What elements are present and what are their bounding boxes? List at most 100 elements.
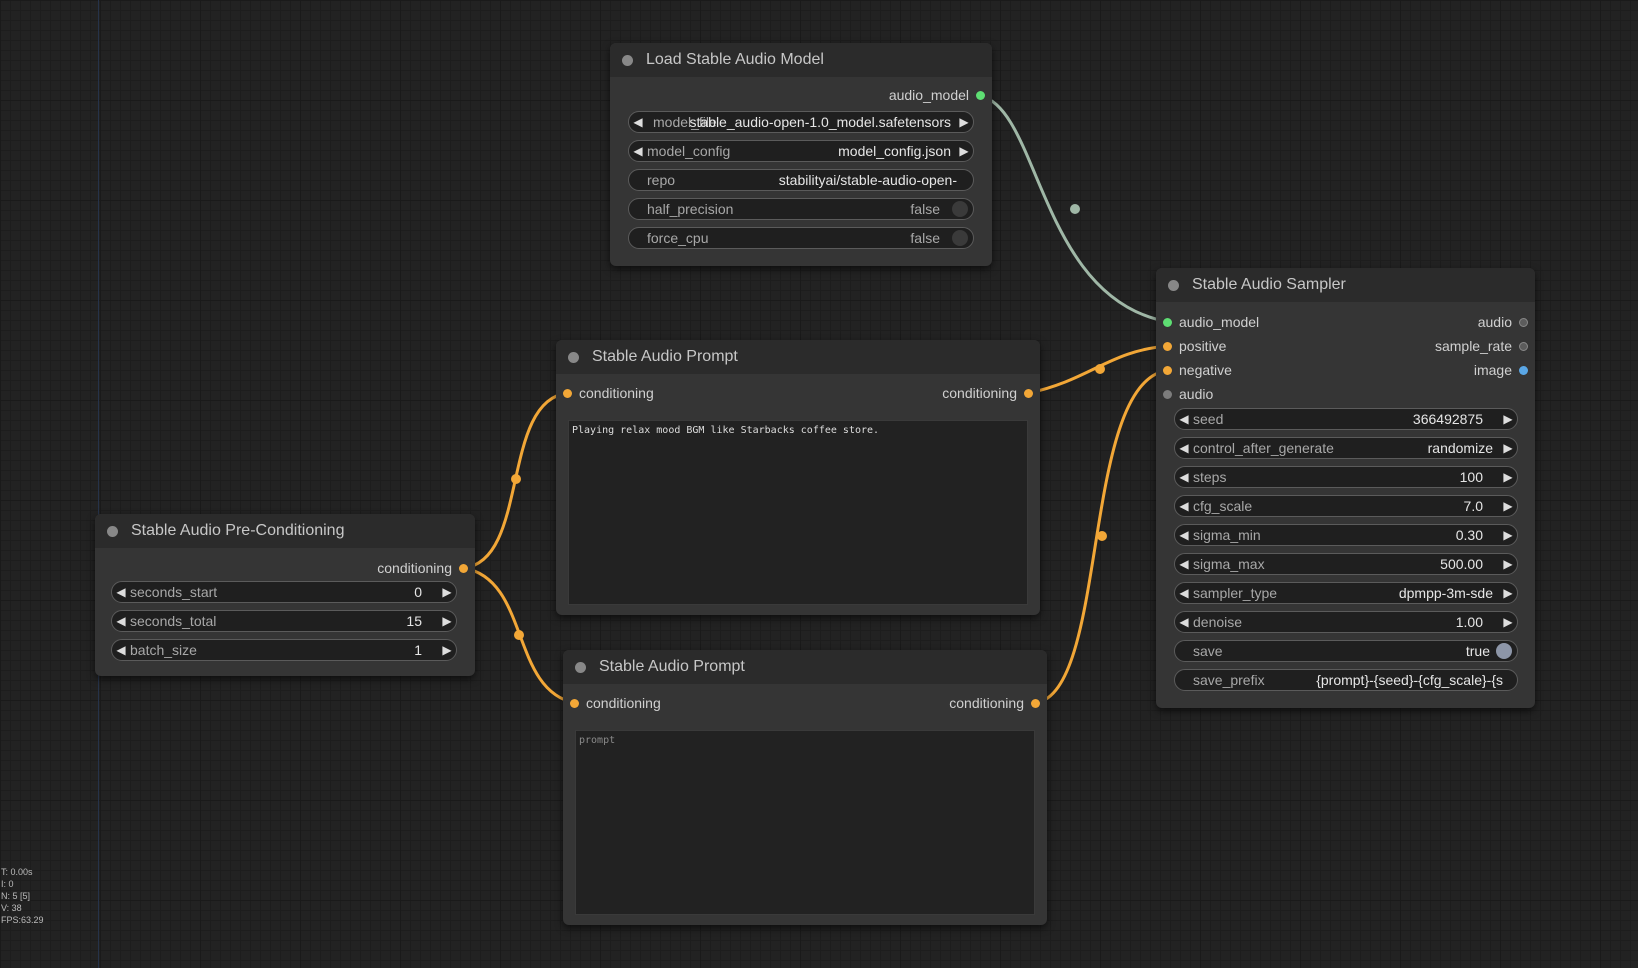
widget-seconds-start[interactable]: ◀ seconds_start 0 ▶ (111, 581, 457, 603)
output-slot-dot-icon[interactable] (1519, 317, 1528, 327)
decrement-arrow-icon[interactable]: ◀ (1175, 470, 1193, 484)
node-title-bar[interactable]: Stable Audio Sampler (1156, 268, 1535, 302)
widget-seconds-total[interactable]: ◀ seconds_total 15 ▶ (111, 610, 457, 632)
input-audio[interactable]: audio (1156, 383, 1213, 405)
input-positive[interactable]: positive (1156, 335, 1226, 357)
widget-repo[interactable]: repo stabilityai/stable-audio-open- (628, 169, 974, 191)
decrement-arrow-icon[interactable]: ◀ (112, 643, 130, 657)
increment-arrow-icon[interactable]: ▶ (1499, 441, 1517, 455)
collapse-dot-icon[interactable] (568, 351, 579, 363)
widget-denoise[interactable]: ◀ denoise 1.00 ▶ (1174, 611, 1518, 633)
decrement-arrow-icon[interactable]: ◀ (1175, 557, 1193, 571)
output-audio-model[interactable]: audio_model (889, 84, 992, 106)
node-title-bar[interactable]: Stable Audio Prompt (556, 340, 1040, 374)
widget-steps[interactable]: ◀ steps 100 ▶ (1174, 466, 1518, 488)
widget-sigma-max[interactable]: ◀ sigma_max 500.00 ▶ (1174, 553, 1518, 575)
output-slot-dot-icon[interactable] (1519, 341, 1528, 351)
toggle-on-icon[interactable] (1496, 643, 1512, 659)
widget-cfg-scale[interactable]: ◀ cfg_scale 7.0 ▶ (1174, 495, 1518, 517)
increment-arrow-icon[interactable]: ▶ (438, 585, 456, 599)
node-stable-audio-prompt-2[interactable]: Stable Audio Prompt conditioning conditi… (563, 650, 1047, 925)
input-slot-dot-icon[interactable] (1163, 389, 1172, 399)
increment-arrow-icon[interactable]: ▶ (438, 643, 456, 657)
output-slot-dot-icon[interactable] (1024, 388, 1033, 398)
increment-arrow-icon[interactable]: ▶ (1499, 615, 1517, 629)
input-slot-dot-icon[interactable] (563, 388, 572, 398)
decrement-arrow-icon[interactable]: ◀ (112, 585, 130, 599)
widget-save-prefix[interactable]: save_prefix {prompt}-{seed}-{cfg_scale}-… (1174, 669, 1518, 691)
input-slot-dot-icon[interactable] (1163, 365, 1172, 375)
decrement-arrow-icon[interactable]: ◀ (1175, 615, 1193, 629)
collapse-dot-icon[interactable] (622, 54, 633, 66)
input-slot-dot-icon[interactable] (1163, 317, 1172, 327)
widget-label: sigma_max (1193, 556, 1265, 572)
node-stable-audio-sampler[interactable]: Stable Audio Sampler audio_model positiv… (1156, 268, 1535, 708)
decrement-arrow-icon[interactable]: ◀ (1175, 441, 1193, 455)
output-slot-dot-icon[interactable] (976, 90, 985, 100)
input-conditioning[interactable]: conditioning (556, 382, 654, 404)
node-title-bar[interactable]: Stable Audio Pre-Conditioning (95, 514, 475, 548)
output-conditioning[interactable]: conditioning (377, 557, 475, 579)
decrement-arrow-icon[interactable]: ◀ (1175, 412, 1193, 426)
input-audio-model[interactable]: audio_model (1156, 311, 1259, 333)
node-title: Stable Audio Sampler (1192, 276, 1346, 293)
decrement-arrow-icon[interactable]: ◀ (629, 144, 647, 158)
widget-seed[interactable]: ◀ seed 366492875 ▶ (1174, 408, 1518, 430)
widget-value: randomize (1427, 440, 1493, 456)
increment-arrow-icon[interactable]: ▶ (1499, 528, 1517, 542)
decrement-arrow-icon[interactable]: ◀ (629, 115, 647, 129)
output-label: audio_model (888, 87, 969, 103)
node-title-bar[interactable]: Load Stable Audio Model (610, 43, 992, 77)
output-sample-rate[interactable]: sample_rate (1435, 335, 1535, 357)
input-conditioning[interactable]: conditioning (563, 692, 661, 714)
increment-arrow-icon[interactable]: ▶ (1499, 499, 1517, 513)
decrement-arrow-icon[interactable]: ◀ (1175, 528, 1193, 542)
decrement-arrow-icon[interactable]: ◀ (1175, 499, 1193, 513)
widget-batch-size[interactable]: ◀ batch_size 1 ▶ (111, 639, 457, 661)
increment-arrow-icon[interactable]: ▶ (1499, 557, 1517, 571)
widget-force-cpu[interactable]: force_cpu false (628, 227, 974, 249)
decrement-arrow-icon[interactable]: ◀ (1175, 586, 1193, 600)
widget-control-after-generate[interactable]: ◀ control_after_generate randomize ▶ (1174, 437, 1518, 459)
widget-sampler-type[interactable]: ◀ sampler_type dpmpp-3m-sde ▶ (1174, 582, 1518, 604)
widget-value: 1 (414, 642, 422, 658)
increment-arrow-icon[interactable]: ▶ (1499, 586, 1517, 600)
widget-sigma-min[interactable]: ◀ sigma_min 0.30 ▶ (1174, 524, 1518, 546)
widget-save[interactable]: save true (1174, 640, 1518, 662)
collapse-dot-icon[interactable] (575, 661, 586, 673)
increment-arrow-icon[interactable]: ▶ (1499, 412, 1517, 426)
prompt-textarea[interactable]: prompt (575, 730, 1035, 915)
widget-value: model_config.json (838, 143, 951, 159)
widget-half-precision[interactable]: half_precision false (628, 198, 974, 220)
toggle-off-icon[interactable] (952, 230, 968, 246)
output-image[interactable]: image (1474, 359, 1535, 381)
input-slot-dot-icon[interactable] (1163, 341, 1172, 351)
link-audio-model-midpoint (1070, 204, 1080, 214)
output-conditioning[interactable]: conditioning (942, 382, 1040, 404)
collapse-dot-icon[interactable] (107, 525, 118, 537)
toggle-off-icon[interactable] (952, 201, 968, 217)
link-prompt1-to-positive-midpoint (1095, 364, 1105, 374)
collapse-dot-icon[interactable] (1168, 279, 1179, 291)
node-stable-audio-prompt-1[interactable]: Stable Audio Prompt conditioning conditi… (556, 340, 1040, 615)
output-conditioning[interactable]: conditioning (949, 692, 1047, 714)
output-slot-dot-icon[interactable] (1031, 698, 1040, 708)
widget-label: save_prefix (1193, 672, 1265, 688)
increment-arrow-icon[interactable]: ▶ (1499, 470, 1517, 484)
output-slot-dot-icon[interactable] (459, 563, 468, 573)
node-stable-audio-pre-conditioning[interactable]: Stable Audio Pre-Conditioning conditioni… (95, 514, 475, 676)
increment-arrow-icon[interactable]: ▶ (955, 144, 973, 158)
node-title-bar[interactable]: Stable Audio Prompt (563, 650, 1047, 684)
prompt-textarea[interactable]: Playing relax mood BGM like Starbacks co… (568, 420, 1028, 605)
input-slot-dot-icon[interactable] (570, 698, 579, 708)
output-audio[interactable]: audio (1478, 311, 1535, 333)
link-audio-model (980, 94, 1170, 324)
increment-arrow-icon[interactable]: ▶ (955, 115, 973, 129)
decrement-arrow-icon[interactable]: ◀ (112, 614, 130, 628)
increment-arrow-icon[interactable]: ▶ (438, 614, 456, 628)
widget-model-file[interactable]: ◀ model_file stable_audio-open-1.0_model… (628, 111, 974, 133)
widget-model-config[interactable]: ◀ model_config model_config.json ▶ (628, 140, 974, 162)
node-load-stable-audio-model[interactable]: Load Stable Audio Model audio_model ◀ mo… (610, 43, 992, 266)
input-negative[interactable]: negative (1156, 359, 1232, 381)
output-slot-dot-icon[interactable] (1519, 365, 1528, 375)
